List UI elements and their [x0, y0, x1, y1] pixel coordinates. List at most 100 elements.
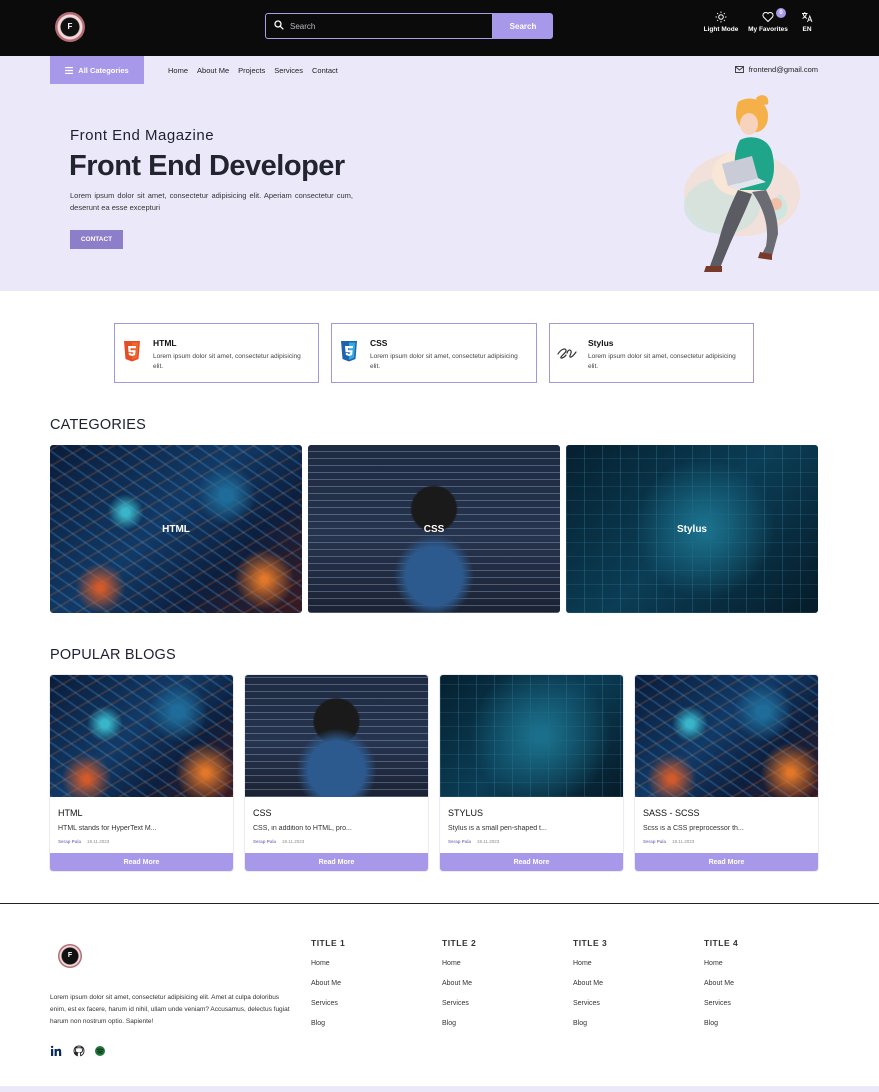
blog-image[interactable]	[440, 675, 623, 797]
nav-item-services[interactable]: Services	[274, 66, 303, 75]
blog-excerpt: HTML stands for HyperText M...	[58, 825, 157, 832]
footer-link[interactable]: Home	[573, 960, 683, 980]
site-logo[interactable]: F	[55, 12, 85, 42]
stylus-icon	[557, 348, 577, 359]
blog-card: HTML HTML stands for HyperText M... Sera…	[50, 675, 233, 871]
footer-logo[interactable]: F	[58, 944, 82, 968]
light-mode-label: Light Mode	[703, 26, 739, 33]
footer-column-title: TITLE 4	[704, 938, 739, 948]
linkedin-icon[interactable]	[50, 1045, 62, 1057]
hero-section: All Categories Home About Me Projects Se…	[0, 56, 879, 291]
footer-column: TITLE 3 Home About Me Services Blog	[573, 938, 683, 1040]
footer-link[interactable]: Services	[311, 1000, 421, 1020]
footer-bottom-strip	[0, 1086, 879, 1092]
all-categories-button[interactable]: All Categories	[50, 56, 144, 84]
categories-heading: CATEGORIES	[50, 417, 146, 433]
spotify-icon[interactable]	[94, 1045, 106, 1057]
blog-excerpt: CSS, in addition to HTML, pro...	[253, 825, 352, 832]
blog-image[interactable]	[635, 675, 818, 797]
blog-date: 19.11.2023	[477, 839, 500, 844]
blog-card: CSS CSS, in addition to HTML, pro... Ser…	[245, 675, 428, 871]
blog-author: Serap Pala	[253, 839, 277, 844]
contact-button[interactable]: CONTACT	[70, 230, 123, 249]
category-tile-html[interactable]: HTML	[50, 445, 302, 613]
blog-author: Serap Pala	[58, 839, 82, 844]
blog-title[interactable]: CSS	[253, 808, 272, 818]
nav-item-home[interactable]: Home	[168, 66, 188, 75]
favorites-label: My Favorites	[748, 26, 788, 33]
category-label: CSS	[423, 523, 445, 535]
blog-excerpt: Scss is a CSS preprocessor th...	[643, 825, 744, 832]
footer-link[interactable]: Home	[704, 960, 814, 980]
read-more-button[interactable]: Read More	[50, 853, 233, 871]
footer-link[interactable]: Services	[573, 1000, 683, 1020]
read-more-button[interactable]: Read More	[635, 853, 818, 871]
skill-name: HTML	[153, 338, 177, 348]
github-icon[interactable]	[73, 1045, 85, 1057]
nav-item-projects[interactable]: Projects	[238, 66, 265, 75]
skill-description: Lorem ipsum dolor sit amet, consectetur …	[153, 353, 301, 370]
blog-date: 19.11.2023	[87, 839, 110, 844]
read-more-button[interactable]: Read More	[245, 853, 428, 871]
skill-description: Lorem ipsum dolor sit amet, consectetur …	[370, 353, 518, 370]
footer-column: TITLE 4 Home About Me Services Blog	[704, 938, 814, 1040]
favorites-count-badge: 0	[776, 8, 786, 18]
skill-name: CSS	[370, 338, 388, 348]
logo-letter: F	[67, 22, 73, 31]
menu-icon	[65, 66, 74, 74]
nav-item-about[interactable]: About Me	[197, 66, 229, 75]
html5-icon	[124, 341, 140, 362]
footer-link[interactable]: Home	[442, 960, 552, 980]
light-mode-toggle[interactable]: Light Mode	[700, 11, 742, 33]
blog-card: STYLUS Stylus is a small pen-shaped t...…	[440, 675, 623, 871]
favorites-link[interactable]: 0 My Favorites	[746, 8, 790, 33]
heart-icon	[762, 11, 774, 23]
footer-link[interactable]: Services	[704, 1000, 814, 1020]
blog-title[interactable]: STYLUS	[448, 808, 483, 818]
mail-icon	[734, 66, 744, 73]
footer-link[interactable]: About Me	[311, 980, 421, 1000]
footer-link[interactable]: Blog	[573, 1020, 683, 1040]
blog-meta: Serap Pala 19.11.2023	[448, 839, 499, 844]
footer-column-title: TITLE 3	[573, 938, 608, 948]
sun-icon	[715, 11, 727, 23]
hero-description: Lorem ipsum dolor sit amet, consectetur …	[70, 191, 353, 212]
skill-card-css[interactable]: CSS Lorem ipsum dolor sit amet, consecte…	[331, 323, 537, 383]
footer-link[interactable]: Blog	[442, 1020, 552, 1040]
search-button[interactable]: Search	[493, 13, 553, 39]
footer-link[interactable]: About Me	[704, 980, 814, 1000]
search-field[interactable]	[265, 13, 493, 39]
footer-link[interactable]: Blog	[311, 1020, 421, 1040]
blog-image[interactable]	[50, 675, 233, 797]
nav-item-contact[interactable]: Contact	[312, 66, 338, 75]
skill-description: Lorem ipsum dolor sit amet, consectetur …	[588, 353, 736, 370]
email-text: frontend@gmail.com	[748, 65, 818, 74]
footer-column: TITLE 2 Home About Me Services Blog	[442, 938, 552, 1040]
read-more-button[interactable]: Read More	[440, 853, 623, 871]
hero-subtitle: Front End Magazine	[70, 127, 215, 144]
search-icon	[274, 20, 284, 30]
search-input[interactable]	[290, 19, 480, 34]
footer-column-title: TITLE 2	[442, 938, 477, 948]
developer-illustration	[684, 95, 800, 272]
blog-title[interactable]: HTML	[58, 808, 83, 818]
email-link[interactable]: frontend@gmail.com	[734, 65, 818, 74]
language-switch[interactable]: EN	[798, 11, 816, 33]
logo-letter: F	[67, 952, 73, 959]
all-categories-label: All Categories	[78, 65, 129, 75]
blog-author: Serap Pala	[448, 839, 472, 844]
blog-title[interactable]: SASS - SCSS	[643, 808, 700, 818]
category-label: HTML	[162, 523, 190, 535]
footer-link[interactable]: Blog	[704, 1020, 814, 1040]
footer-link[interactable]: About Me	[573, 980, 683, 1000]
blog-image[interactable]	[245, 675, 428, 797]
footer-link[interactable]: About Me	[442, 980, 552, 1000]
footer-link[interactable]: Services	[442, 1000, 552, 1020]
category-tile-stylus[interactable]: Stylus	[566, 445, 818, 613]
footer-link[interactable]: Home	[311, 960, 421, 980]
skill-card-stylus[interactable]: Stylus Lorem ipsum dolor sit amet, conse…	[549, 323, 754, 383]
skill-card-html[interactable]: HTML Lorem ipsum dolor sit amet, consect…	[114, 323, 319, 383]
css3-icon	[341, 341, 357, 362]
category-tile-css[interactable]: CSS	[308, 445, 560, 613]
category-label: Stylus	[676, 523, 707, 535]
